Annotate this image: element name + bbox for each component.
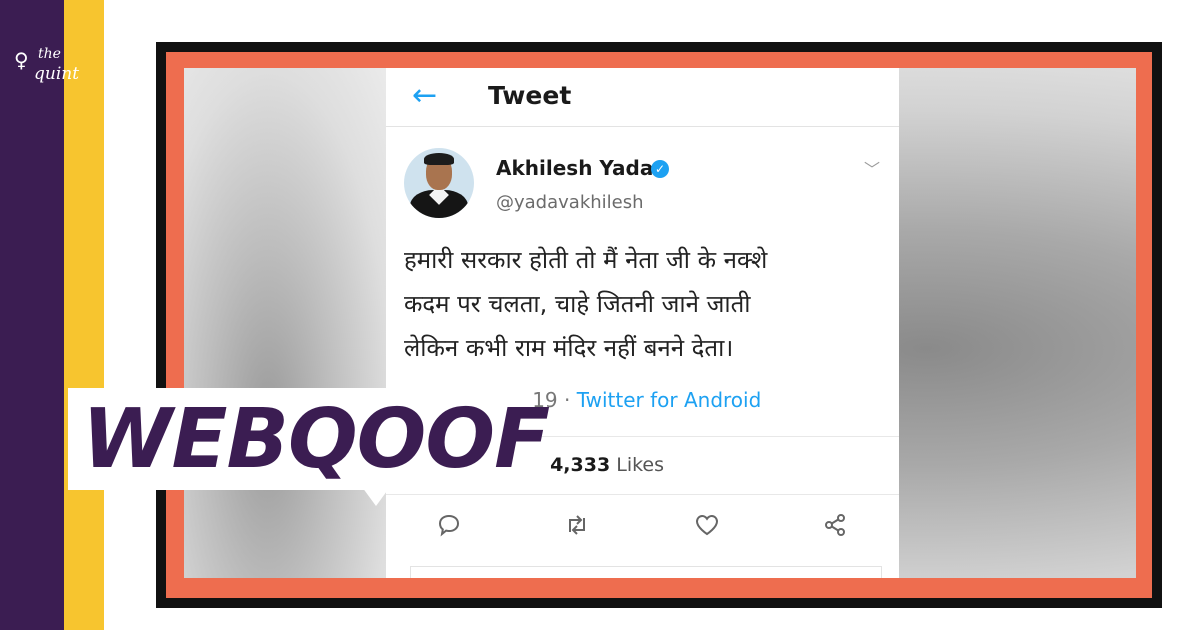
tweet-source-link[interactable]: Twitter for Android: [577, 388, 762, 412]
avatar[interactable]: [404, 148, 474, 218]
tweet-text-line: कदम पर चलता, चाहे जितनी जाने जाती: [404, 290, 751, 318]
chevron-down-icon[interactable]: ﹀: [864, 156, 880, 180]
arrow-left-icon[interactable]: ←: [412, 76, 437, 116]
tweet-text-line: लेकिन कभी राम मंदिर नहीं बनने देता।: [404, 334, 734, 362]
share-icon[interactable]: [820, 512, 850, 542]
reply-bar: [410, 566, 882, 578]
likes-label[interactable]: Likes: [616, 454, 664, 476]
webqoof-stamp: WEBQOOF: [68, 388, 550, 506]
tweet-meta: v 19 · Twitter for Android: [514, 386, 761, 414]
like-icon[interactable]: [692, 512, 722, 542]
tweet-actions: [386, 508, 899, 548]
page-title: Tweet: [488, 81, 572, 110]
author-name[interactable]: Akhilesh Yadav: [496, 154, 666, 182]
divider: [386, 494, 899, 495]
tweet-screen: ← Tweet Akhilesh Yadav ✓ @yadavakhilesh …: [386, 68, 899, 578]
webqoof-label: WEBQOOF: [82, 392, 550, 487]
retweet-icon[interactable]: [562, 512, 592, 542]
tweet-text-line: हमारी सरकार होती तो मैं नेता जी के नक्शे: [404, 246, 768, 274]
author-handle[interactable]: @yadavakhilesh: [496, 190, 644, 216]
avatar-hair: [424, 153, 454, 165]
quint-q-icon: ♀: [14, 48, 29, 72]
likes-count[interactable]: 4,333: [550, 454, 610, 476]
reply-icon[interactable]: [434, 512, 464, 542]
tweet-header: ← Tweet: [386, 68, 899, 127]
logo-the: the: [38, 46, 61, 62]
verified-badge-icon: ✓: [651, 160, 669, 178]
tweet-text: हमारी सरकार होती तो मैं नेता जी के नक्शे…: [404, 238, 874, 370]
the-quint-logo: ♀ the quint: [14, 46, 94, 96]
logo-quint: quint: [34, 64, 80, 84]
